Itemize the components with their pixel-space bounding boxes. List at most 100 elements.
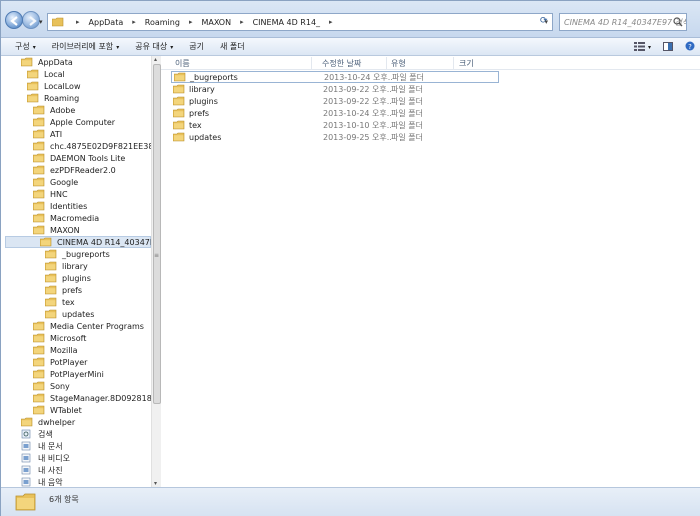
details-pane: 6개 항목 (1, 487, 700, 516)
nav-tree-item[interactable]: Mozilla (33, 344, 78, 356)
nav-tree-item[interactable]: Roaming (27, 92, 79, 104)
nav-tree-item[interactable]: Macromedia (33, 212, 99, 224)
nav-tree-item[interactable]: 내 문서 (21, 440, 63, 452)
nav-scrollbar[interactable]: ▴ ≡ ▾ (151, 56, 161, 487)
nav-tree-item[interactable]: 내 사진 (21, 464, 63, 476)
nav-tree-item[interactable]: ATI (33, 128, 62, 140)
share-button[interactable]: 공유 대상 ▾ (127, 41, 181, 52)
folder-icon (33, 153, 45, 163)
nav-tree-item[interactable]: Identities (33, 200, 87, 212)
nav-tree-label: plugins (62, 273, 91, 283)
file-name-cell: library (171, 84, 323, 94)
breadcrumb-chevron-icon[interactable]: ▸ (126, 18, 142, 27)
nav-tree-label: WTablet (50, 405, 82, 415)
nav-tree-item[interactable]: 내 비디오 (21, 452, 70, 464)
column-type[interactable]: 유형 (391, 58, 406, 69)
forward-button[interactable] (22, 11, 40, 29)
nav-tree-item[interactable]: updates (45, 308, 94, 320)
nav-tree-item[interactable]: plugins (45, 272, 91, 284)
file-name-cell: plugins (171, 96, 323, 106)
nav-tree-item[interactable]: tex (45, 296, 75, 308)
nav-tree-item[interactable]: Microsoft (33, 332, 86, 344)
address-box[interactable]: ▸ AppData ▸ Roaming ▸ MAXON ▸ CINEMA 4D … (47, 13, 553, 31)
nav-tree-item[interactable]: Media Center Programs (33, 320, 144, 332)
breadcrumb-chevron-icon[interactable]: ▸ (70, 18, 86, 27)
search-input[interactable]: CINEMA 4D R14_40347E97 검색 (559, 13, 687, 31)
organize-label: 구성 (15, 42, 30, 51)
nav-tree-item[interactable]: _bugreports (45, 248, 110, 260)
nav-tree-item[interactable]: Google (33, 176, 78, 188)
breadcrumb-chevron-icon[interactable]: ▸ (323, 18, 339, 27)
nav-tree-item[interactable]: PotPlayerMini (33, 368, 104, 380)
nav-tree-label: dwhelper (38, 417, 76, 427)
nav-tree-item[interactable]: prefs (45, 284, 82, 296)
nav-tree-item[interactable]: MAXON (33, 224, 80, 236)
nav-tree-item[interactable]: 내 음악 (21, 476, 63, 487)
nav-tree-label: tex (62, 297, 75, 307)
nav-tree-item[interactable]: CINEMA 4D R14_40347E97 (5, 236, 160, 248)
nav-tree-item[interactable]: WTablet (33, 404, 82, 416)
file-row[interactable]: plugins 2013-09-22 오후... 파일 폴더 (171, 95, 499, 107)
view-controls: ▾ ? (633, 41, 695, 53)
breadcrumb-chevron-icon[interactable]: ▸ (234, 18, 250, 27)
nav-tree-item[interactable]: Adobe (33, 104, 75, 116)
recent-pages-dropdown-icon[interactable]: ▾ (39, 18, 43, 26)
nav-tree-item[interactable]: HNC (33, 188, 68, 200)
folder-icon (33, 189, 45, 199)
breadcrumb-item[interactable]: CINEMA 4D R14_ (250, 18, 323, 27)
back-button[interactable] (5, 11, 23, 29)
folder-icon (33, 201, 45, 211)
file-row[interactable]: prefs 2013-10-24 오후... 파일 폴더 (171, 107, 499, 119)
view-dropdown-icon[interactable]: ▾ (648, 44, 651, 51)
file-row[interactable]: library 2013-09-22 오후... 파일 폴더 (171, 83, 499, 95)
folder-icon (174, 72, 186, 82)
folder-icon (33, 393, 45, 403)
scrollbar-thumb[interactable] (153, 64, 161, 404)
nav-tree-label: ezPDFReader2.0 (50, 165, 116, 175)
folder-icon (173, 96, 185, 106)
nav-tree-item[interactable]: PotPlayer (33, 356, 87, 368)
nav-tree-item[interactable]: DAEMON Tools Lite (33, 152, 125, 164)
nav-tree-item[interactable]: AppData (21, 56, 73, 68)
new-folder-button[interactable]: 새 폴더 (212, 41, 253, 52)
nav-tree-label: 내 문서 (38, 441, 63, 451)
file-row[interactable]: updates 2013-09-25 오후... 파일 폴더 (171, 131, 499, 143)
change-view-icon[interactable] (633, 41, 645, 53)
column-size[interactable]: 크기 (459, 58, 474, 69)
folder-icon (33, 321, 45, 331)
file-modified: 2013-10-10 오후... (323, 120, 391, 130)
chevron-down-icon: ▾ (116, 44, 120, 51)
breadcrumb-chevron-icon[interactable]: ▸ (183, 18, 199, 27)
nav-tree-item[interactable]: chc.4875E02D9F821EE389F7388D (33, 140, 160, 152)
breadcrumb-item[interactable]: MAXON (198, 18, 234, 27)
folder-icon (33, 177, 45, 187)
preview-pane-icon[interactable] (663, 41, 673, 53)
refresh-icon[interactable]: ⟳ (540, 16, 548, 26)
scroll-up-icon[interactable]: ▴ (154, 56, 157, 63)
nav-tree-item[interactable]: 검색 (21, 428, 53, 440)
nav-tree-item[interactable]: LocalLow (27, 80, 81, 92)
folder-icon (21, 57, 33, 67)
nav-tree-item[interactable]: Local (27, 68, 65, 80)
column-name[interactable]: 이름 (175, 58, 190, 69)
column-modified[interactable]: 수정한 날짜 (322, 58, 361, 69)
scroll-down-icon[interactable]: ▾ (154, 480, 157, 487)
folder-icon (33, 117, 45, 127)
folder-icon (173, 84, 185, 94)
burn-button[interactable]: 굽기 (181, 41, 212, 52)
nav-tree-item[interactable]: StageManager.8D092818F67280F4 (33, 392, 160, 404)
breadcrumb-item[interactable]: AppData (86, 18, 127, 27)
file-row[interactable]: tex 2013-10-10 오후... 파일 폴더 (171, 119, 499, 131)
folder-icon (27, 69, 39, 79)
nav-tree-item[interactable]: ezPDFReader2.0 (33, 164, 116, 176)
nav-tree-item[interactable]: dwhelper (21, 416, 75, 428)
file-row[interactable]: _bugreports 2013-10-24 오후... 파일 폴더 (171, 71, 499, 83)
scroll-grip-icon: ≡ (154, 252, 159, 259)
help-icon[interactable]: ? (685, 41, 695, 53)
nav-tree-item[interactable]: Sony (33, 380, 70, 392)
breadcrumb-item[interactable]: Roaming (142, 18, 183, 27)
include-library-button[interactable]: 라이브러리에 포함 ▾ (44, 41, 127, 52)
nav-tree-item[interactable]: library (45, 260, 88, 272)
organize-button[interactable]: 구성 ▾ (7, 41, 44, 52)
nav-tree-item[interactable]: Apple Computer (33, 116, 115, 128)
